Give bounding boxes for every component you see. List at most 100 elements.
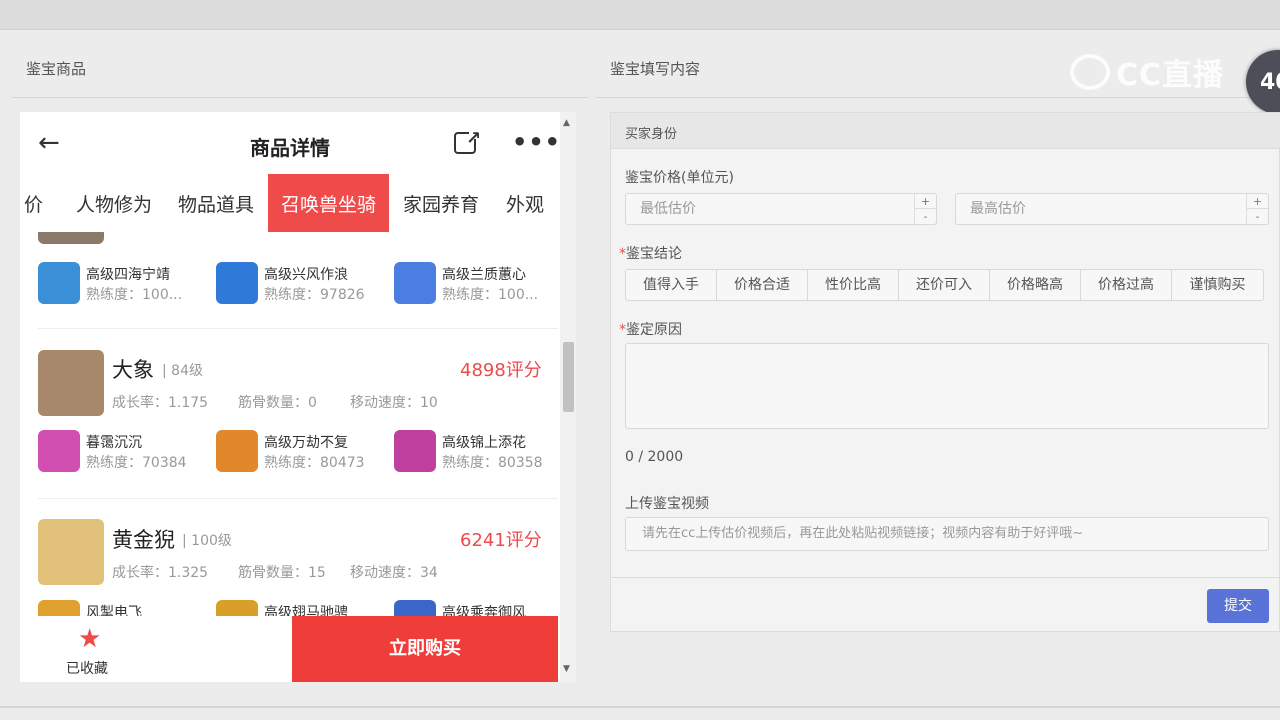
conclusion-option[interactable]: 谨慎购买 [1172,270,1263,300]
tab-items[interactable]: 物品道具 [178,174,254,232]
conclusion-option[interactable]: 价格略高 [990,270,1081,300]
skill-item: 高级四海宁靖 熟练度：100... [38,262,208,304]
conclusion-options: 值得入手 价格合适 性价比高 还价可入 价格略高 价格过高 谨慎购买 [625,269,1264,301]
skill-icon [38,430,80,472]
skill-name: 高级四海宁靖 [86,267,170,283]
skill-proficiency: 熟练度：97826 [264,287,365,303]
phone-footer: ★ 已收藏 立即购买 [20,616,560,682]
bottom-divider [0,706,1280,708]
conclusion-option[interactable]: 价格过高 [1081,270,1172,300]
reason-label: *鉴定原因 [619,322,682,338]
pet-level: | 84级 [162,363,203,379]
skill-name: 风掣电飞 [86,605,142,616]
left-panel-title: 鉴宝商品 [26,60,87,78]
tab-home[interactable]: 家园养育 [403,174,479,232]
pet-growth: 成长率：1.175 [112,395,209,411]
skill-icon [394,262,436,304]
skill-proficiency: 熟练度：70384 [86,455,187,471]
share-arrow-icon: ↗ [466,128,482,149]
left-header-divider [12,97,588,98]
tab-price[interactable]: 价 [24,174,43,232]
more-icon[interactable]: ••• [512,128,561,156]
scroll-up-icon[interactable]: ▲ [563,118,570,128]
form-section-title: 买家身份 [625,127,678,142]
pet-avatar [38,519,104,585]
skill-icon [38,262,80,304]
conclusion-option[interactable]: 值得入手 [626,270,717,300]
skill-name: 高级万劫不复 [264,435,348,451]
pet-bones: 筋骨数量：15 [238,565,326,581]
pet-bones: 筋骨数量：0 [238,395,317,411]
skill-name: 暮霭沉沉 [86,435,142,451]
product-detail-phone: ← 商品详情 ↗ ••• 价 人物修为 物品道具 召唤兽坐骑 家园养育 外观 高… [20,112,576,682]
skill-proficiency: 熟练度：80358 [442,455,543,471]
skill-icon [216,430,258,472]
char-counter: 0 / 2000 [625,449,684,465]
form-divider [611,577,1280,578]
pet-score: 4898评分 [460,360,542,381]
submit-button[interactable]: 提交 [1207,589,1269,623]
skill-item: 风掣电飞 [38,600,208,616]
min-price-step[interactable]: + - [914,194,936,224]
right-panel-title: 鉴宝填写内容 [610,60,701,78]
pet-name: 大象 [112,358,154,382]
skill-name: 高级兰质蕙心 [442,267,526,283]
star-icon[interactable]: ★ [78,624,101,654]
buy-now-button[interactable]: 立即购买 [292,616,558,682]
pet-score: 6241评分 [460,530,542,551]
skill-proficiency: 熟练度：80473 [264,455,365,471]
conclusion-option[interactable]: 性价比高 [808,270,899,300]
skill-icon [38,600,80,616]
video-link-input[interactable]: 请先在cc上传估价视频后，再在此处粘贴视频链接；视频内容有助于好评哦~ [625,517,1269,551]
watermark-logo-icon [1070,54,1110,90]
conclusion-option[interactable]: 价格合适 [717,270,808,300]
skill-icon [394,430,436,472]
phone-title-bar: ← 商品详情 ↗ ••• [20,112,560,174]
skill-proficiency: 熟练度：100... [442,287,539,303]
skill-icon [216,600,258,616]
tab-character[interactable]: 人物修为 [76,174,152,232]
conclusion-option[interactable]: 还价可入 [899,270,990,300]
skill-name: 高级锦上添花 [442,435,526,451]
max-price-input[interactable] [956,194,1246,224]
video-label: 上传鉴宝视频 [625,496,709,512]
skill-item: 高级兰质蕙心 熟练度：100... [394,262,560,304]
skill-item: 高级乘奔御风 [394,600,560,616]
appraisal-form: 买家身份 鉴宝价格(单位元) +- +- *鉴宝结论 值得入手 价格合适 性价比… [610,112,1280,632]
scrollbar-thumb[interactable] [563,342,574,412]
price-label: 鉴宝价格(单位元) [625,170,734,186]
tab-summon-mounts[interactable]: 召唤兽坐骑 [268,174,389,232]
skill-name: 高级乘奔御风 [442,605,526,616]
skill-name: 高级兴风作浪 [264,267,348,283]
skill-item: 高级万劫不复 熟练度：80473 [216,430,386,472]
scroll-down-icon[interactable]: ▼ [563,664,570,674]
skill-name: 高级翅马驰骋 [264,605,348,616]
watermark-text: CC直播 [1116,58,1225,93]
pet-growth: 成长率：1.325 [112,565,209,581]
max-price-stepper[interactable]: +- [955,193,1269,225]
watermark: CC直播 [1070,52,1240,93]
skill-icon [216,262,258,304]
skill-item: 高级翅马驰骋 [216,600,386,616]
pet-name: 黄金猊 [112,528,175,552]
min-price-input[interactable] [626,194,914,224]
right-header-divider [596,97,1280,98]
pet-speed: 移动速度：34 [350,565,438,581]
skill-item: 暮霭沉沉 熟练度：70384 [38,430,208,472]
pet-level: | 100级 [182,533,232,549]
conclusion-label: *鉴宝结论 [619,246,682,262]
skill-item: 高级锦上添花 熟练度：80358 [394,430,560,472]
min-price-stepper[interactable]: +- [625,193,937,225]
reason-textarea[interactable] [625,343,1269,429]
category-tabs: 价 人物修为 物品道具 召唤兽坐骑 家园养育 外观 [20,174,560,232]
pet-avatar [38,350,104,416]
pet-list: 高级四海宁靖 熟练度：100... 高级兴风作浪 熟练度：97826 高级兰质蕙… [20,232,560,616]
favorite-label[interactable]: 已收藏 [66,658,108,678]
skill-icon [394,600,436,616]
form-section-header: 买家身份 [611,113,1280,149]
tab-appearance[interactable]: 外观 [506,174,544,232]
max-price-step[interactable]: + - [1246,194,1268,224]
browser-top-bar [0,0,1280,30]
pet-divider [38,328,558,329]
pet-speed: 移动速度：10 [350,395,438,411]
